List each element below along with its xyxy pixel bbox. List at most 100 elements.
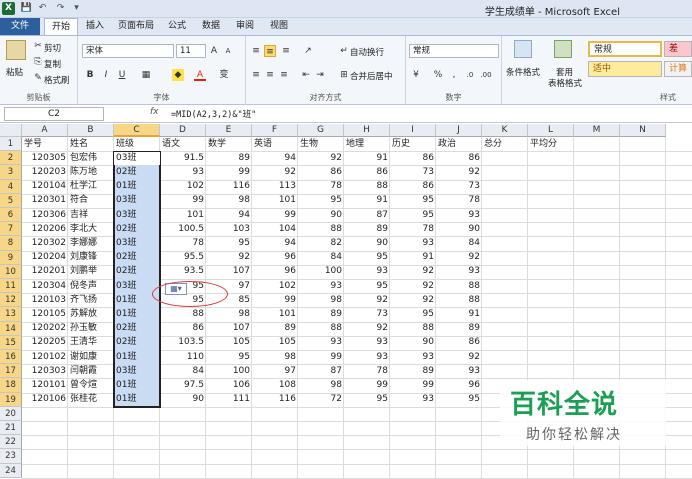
decrease-font-icon[interactable]: A (222, 45, 234, 57)
cell-d9[interactable]: 95.5 (160, 251, 206, 264)
cell-g1[interactable]: 生物 (298, 138, 344, 151)
cell-e14[interactable]: 107 (206, 322, 252, 335)
cell-i5[interactable]: 95 (390, 194, 436, 207)
align-left-icon[interactable]: ≡ (250, 69, 262, 81)
cell-g2[interactable]: 92 (298, 152, 344, 165)
format-painter-button[interactable]: 格式刷 (44, 74, 70, 86)
cell-j1[interactable]: 政治 (436, 138, 482, 151)
cell-b2[interactable]: 包宏伟 (68, 152, 114, 165)
column-header-l[interactable]: L (528, 124, 574, 137)
cell-b15[interactable]: 王清华 (68, 336, 114, 349)
style-normal[interactable]: 常规 (588, 41, 662, 57)
row-header[interactable]: 1 (0, 137, 22, 152)
cell-h7[interactable]: 89 (344, 223, 390, 236)
cell-a18[interactable]: 120101 (22, 379, 68, 392)
cell-a9[interactable]: 120204 (22, 251, 68, 264)
cell-c4[interactable]: 01班 (114, 180, 160, 193)
cell-e6[interactable]: 94 (206, 209, 252, 222)
align-middle-icon[interactable]: ≡ (264, 45, 276, 57)
cell-d4[interactable]: 102 (160, 180, 206, 193)
cell-f14[interactable]: 89 (252, 322, 298, 335)
tab-file[interactable]: 文件 (0, 18, 40, 35)
row-header[interactable]: 5 (0, 193, 22, 208)
cell-j12[interactable]: 88 (436, 294, 482, 307)
cell-f1[interactable]: 英语 (252, 138, 298, 151)
cell-i11[interactable]: 92 (390, 280, 436, 293)
cell-h6[interactable]: 87 (344, 209, 390, 222)
cell-f16[interactable]: 98 (252, 351, 298, 364)
cell-i13[interactable]: 95 (390, 308, 436, 321)
cell-d1[interactable]: 语文 (160, 138, 206, 151)
cell-i9[interactable]: 91 (390, 251, 436, 264)
cell-f12[interactable]: 99 (252, 294, 298, 307)
cell-j10[interactable]: 93 (436, 265, 482, 278)
cell-a15[interactable]: 120205 (22, 336, 68, 349)
cell-b3[interactable]: 陈万地 (68, 166, 114, 179)
cell-i17[interactable]: 89 (390, 365, 436, 378)
cell-j4[interactable]: 73 (436, 180, 482, 193)
cell-h17[interactable]: 78 (344, 365, 390, 378)
row-header[interactable]: 18 (0, 378, 22, 393)
cell-e7[interactable]: 103 (206, 223, 252, 236)
cell-c7[interactable]: 02班 (114, 223, 160, 236)
cell-f18[interactable]: 108 (252, 379, 298, 392)
cell-i7[interactable]: 78 (390, 223, 436, 236)
cell-d19[interactable]: 90 (160, 393, 206, 406)
cell-e9[interactable]: 92 (206, 251, 252, 264)
cell-h5[interactable]: 91 (344, 194, 390, 207)
cell-e19[interactable]: 111 (206, 393, 252, 406)
phonetic-icon[interactable]: 变 (218, 69, 230, 81)
cell-h15[interactable]: 93 (344, 336, 390, 349)
cell-f3[interactable]: 92 (252, 166, 298, 179)
row-header[interactable]: 15 (0, 335, 22, 350)
merge-center-button[interactable]: 合并后居中 (350, 70, 393, 82)
wrap-text-icon[interactable]: ↵ (338, 45, 350, 57)
cell-g18[interactable]: 98 (298, 379, 344, 392)
format-painter-icon[interactable]: ✎ (32, 72, 44, 84)
cell-b4[interactable]: 杜学江 (68, 180, 114, 193)
percent-icon[interactable]: % (432, 69, 444, 81)
paste-icon[interactable] (6, 40, 26, 60)
cell-h19[interactable]: 95 (344, 393, 390, 406)
row-header[interactable]: 6 (0, 208, 22, 223)
cell-e15[interactable]: 105 (206, 336, 252, 349)
row-header[interactable]: 12 (0, 293, 22, 308)
cell-b18[interactable]: 曾令煊 (68, 379, 114, 392)
cell-a13[interactable]: 120105 (22, 308, 68, 321)
cell-f11[interactable]: 102 (252, 280, 298, 293)
cell-g3[interactable]: 86 (298, 166, 344, 179)
cell-a4[interactable]: 120104 (22, 180, 68, 193)
cell-j3[interactable]: 92 (436, 166, 482, 179)
conditional-format-button[interactable]: 条件格式 (506, 66, 540, 78)
cell-j5[interactable]: 78 (436, 194, 482, 207)
style-bad[interactable]: 差 (664, 41, 692, 57)
cell-d18[interactable]: 97.5 (160, 379, 206, 392)
column-header-f[interactable]: F (252, 124, 298, 137)
cell-a1[interactable]: 学号 (22, 138, 68, 151)
cell-c5[interactable]: 03班 (114, 194, 160, 207)
row-header[interactable]: 11 (0, 279, 22, 294)
cell-g15[interactable]: 93 (298, 336, 344, 349)
increase-font-icon[interactable]: A (208, 45, 220, 57)
cell-c8[interactable]: 03班 (114, 237, 160, 250)
border-icon[interactable]: ▦ (140, 69, 152, 81)
cell-i10[interactable]: 92 (390, 265, 436, 278)
cell-j6[interactable]: 93 (436, 209, 482, 222)
font-size-select[interactable]: 11 (176, 44, 206, 58)
cell-d7[interactable]: 100.5 (160, 223, 206, 236)
cell-h1[interactable]: 地理 (344, 138, 390, 151)
row-header[interactable]: 20 (0, 406, 22, 421)
cell-i14[interactable]: 88 (390, 322, 436, 335)
cell-c19[interactable]: 01班 (114, 393, 160, 406)
column-header-m[interactable]: M (574, 124, 620, 137)
cell-e17[interactable]: 100 (206, 365, 252, 378)
cell-h11[interactable]: 95 (344, 280, 390, 293)
cut-button[interactable]: 剪切 (44, 42, 61, 54)
fx-icon[interactable]: fx (150, 107, 159, 117)
cell-i1[interactable]: 历史 (390, 138, 436, 151)
cell-d2[interactable]: 91.5 (160, 152, 206, 165)
cell-b12[interactable]: 齐飞扬 (68, 294, 114, 307)
row-header[interactable]: 10 (0, 264, 22, 279)
conditional-format-icon[interactable] (514, 40, 532, 58)
column-header-g[interactable]: G (298, 124, 344, 137)
